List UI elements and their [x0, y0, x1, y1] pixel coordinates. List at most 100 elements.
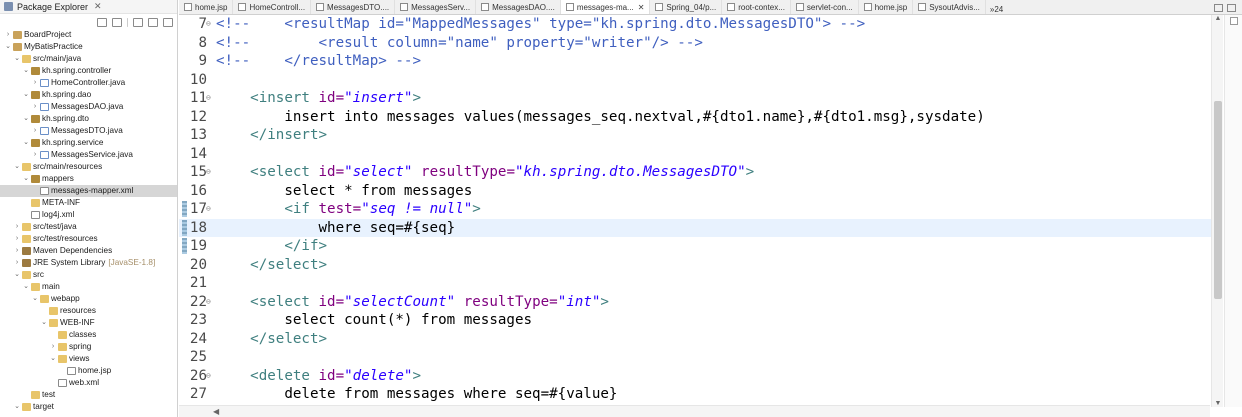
chevron-right-icon[interactable]: ›	[4, 29, 12, 41]
chevron-down-icon[interactable]: ⌄	[13, 53, 21, 65]
tree-item[interactable]: ⌄ src	[0, 269, 177, 281]
tree-item[interactable]: resources	[0, 305, 177, 317]
chevron-down-icon[interactable]: ⌄	[22, 113, 30, 125]
code-line[interactable]: 8 <!-- <result column="name" property="wr…	[179, 34, 1219, 53]
editor-tab[interactable]: servlet-con...	[791, 0, 859, 14]
code-line[interactable]: 27 delete from messages where seq=#{valu…	[179, 385, 1219, 404]
tree-item[interactable]: ⌄ main	[0, 281, 177, 293]
horizontal-scrollbar[interactable]: ◀	[179, 405, 1210, 417]
code-line[interactable]: 22 ⊖ <select id="selectCount" resultType=…	[179, 293, 1219, 312]
tree-item[interactable]: ⌄ src/main/resources	[0, 161, 177, 173]
tree-item[interactable]: › spring	[0, 341, 177, 353]
chevron-right-icon[interactable]: ›	[13, 221, 21, 233]
code-line[interactable]: 11 ⊖ <insert id="insert">	[179, 89, 1219, 108]
code-line[interactable]: 10	[179, 71, 1219, 90]
tree-item[interactable]: test	[0, 389, 177, 401]
tree-item[interactable]: ⌄ views	[0, 353, 177, 365]
tree-item[interactable]: › MessagesService.java	[0, 149, 177, 161]
code-line[interactable]: 13 </insert>	[179, 126, 1219, 145]
scroll-down-icon[interactable]: ▼	[1212, 400, 1224, 407]
code-line[interactable]: 20 </select>	[179, 256, 1219, 275]
tree-item[interactable]: classes	[0, 329, 177, 341]
vertical-scrollbar-thumb[interactable]	[1214, 100, 1222, 300]
tree-item[interactable]: › src/test/resources	[0, 233, 177, 245]
package-explorer-tab[interactable]: Package Explorer ✕	[0, 0, 177, 14]
chevron-down-icon[interactable]: ⌄	[22, 173, 30, 185]
code-line[interactable]: 26 ⊖ <delete id="delete">	[179, 367, 1219, 386]
chevron-down-icon[interactable]: ⌄	[40, 317, 48, 329]
minimize-icon[interactable]	[148, 17, 158, 27]
fold-toggle-icon[interactable]: ⊖	[206, 293, 211, 312]
tree-item[interactable]: › Maven Dependencies	[0, 245, 177, 257]
tree-item[interactable]: › MessagesDAO.java	[0, 101, 177, 113]
link-with-editor-icon[interactable]	[112, 17, 122, 27]
close-tab-icon[interactable]: ✕	[638, 3, 645, 12]
tree-item[interactable]: ⌄ WEB-INF	[0, 317, 177, 329]
fold-toggle-icon[interactable]: ⊖	[206, 200, 211, 219]
code-line[interactable]: 17 ⊖ <if test="seq != null">	[179, 200, 1219, 219]
code-line[interactable]: 7 ⊖ <!-- <resultMap id="MappedMessages" ty…	[179, 15, 1219, 34]
chevron-right-icon[interactable]: ›	[31, 149, 39, 161]
editor-tab[interactable]: home.jsp	[179, 0, 234, 14]
tree-item[interactable]: › BoardProject	[0, 29, 177, 41]
code-line[interactable]: 18 where seq=#{seq}	[179, 218, 1219, 237]
editor-tab[interactable]: HomeControll...	[233, 0, 312, 14]
tree-item[interactable]: home.jsp	[0, 365, 177, 377]
chevron-down-icon[interactable]: ⌄	[13, 161, 21, 173]
code-line[interactable]: 19 </if>	[179, 237, 1219, 256]
tree-item[interactable]: ⌄ kh.spring.dao	[0, 89, 177, 101]
chevron-down-icon[interactable]: ⌄	[13, 401, 21, 413]
tree-item[interactable]: ⌄ kh.spring.service	[0, 137, 177, 149]
chevron-down-icon[interactable]: ⌄	[22, 281, 30, 293]
tree-item[interactable]: › src/test/java	[0, 221, 177, 233]
editor-tab[interactable]: MessagesDAO....	[476, 0, 561, 14]
chevron-right-icon[interactable]: ›	[13, 233, 21, 245]
scroll-left-icon[interactable]: ◀	[213, 407, 219, 416]
view-menu-icon[interactable]	[133, 17, 143, 27]
editor-tab[interactable]: home.jsp	[859, 0, 914, 14]
tree-item[interactable]: META-INF	[0, 197, 177, 209]
close-icon[interactable]: ✕	[94, 1, 102, 12]
code-editor[interactable]: 7 ⊖ <!-- <resultMap id="MappedMessages" ty…	[179, 15, 1219, 405]
fold-toggle-icon[interactable]: ⊖	[206, 15, 211, 34]
scroll-up-icon[interactable]: ▲	[1212, 15, 1224, 22]
tree-item[interactable]: › JRE System Library [JavaSE-1.8]	[0, 257, 177, 269]
collapse-all-icon[interactable]	[97, 17, 107, 27]
chevron-down-icon[interactable]: ⌄	[22, 89, 30, 101]
tree-item[interactable]: web.xml	[0, 377, 177, 389]
tree-item[interactable]: › MessagesDTO.java	[0, 125, 177, 137]
editor-tab[interactable]: Spring_04/p...	[650, 0, 723, 14]
tree-item[interactable]: ⌄ target	[0, 401, 177, 413]
code-line[interactable]: 21	[179, 274, 1219, 293]
chevron-down-icon[interactable]: ⌄	[13, 269, 21, 281]
editor-tab[interactable]: root-contex...	[722, 0, 791, 14]
minimize-icon[interactable]	[1214, 3, 1223, 12]
chevron-right-icon[interactable]: ›	[49, 341, 57, 353]
fold-toggle-icon[interactable]: ⊖	[206, 89, 211, 108]
code-line[interactable]: 12 insert into messages values(messages_…	[179, 108, 1219, 127]
maximize-icon[interactable]	[1227, 3, 1236, 12]
tree-item[interactable]: ⌄ kh.spring.dto	[0, 113, 177, 125]
tab-overflow-button[interactable]: »24	[986, 5, 1007, 14]
maximize-icon[interactable]	[163, 17, 173, 27]
chevron-right-icon[interactable]: ›	[13, 245, 21, 257]
code-line[interactable]: 25	[179, 348, 1219, 367]
code-line[interactable]: 16 select * from messages	[179, 182, 1219, 201]
editor-tab[interactable]: SysoutAdvis...	[913, 0, 986, 14]
chevron-right-icon[interactable]: ›	[31, 101, 39, 113]
editor-tab[interactable]: MessagesServ...	[395, 0, 477, 14]
tree-item[interactable]: ⌄ kh.spring.controller	[0, 65, 177, 77]
tree-item[interactable]: ⌄ MyBatisPractice	[0, 41, 177, 53]
fold-toggle-icon[interactable]: ⊖	[206, 367, 211, 386]
fold-toggle-icon[interactable]: ⊖	[206, 163, 211, 182]
code-line[interactable]: 14	[179, 145, 1219, 164]
chevron-down-icon[interactable]: ⌄	[49, 353, 57, 365]
code-line[interactable]: 9 <!-- </resultMap> -->	[179, 52, 1219, 71]
chevron-right-icon[interactable]: ›	[13, 257, 21, 269]
tree-item[interactable]: ⌄ mappers	[0, 173, 177, 185]
tree-item[interactable]: ⌄ src/main/java	[0, 53, 177, 65]
chevron-right-icon[interactable]: ›	[31, 125, 39, 137]
chevron-down-icon[interactable]: ⌄	[4, 41, 12, 53]
editor-tab[interactable]: messages-ma... ✕	[560, 0, 651, 14]
chevron-down-icon[interactable]: ⌄	[22, 137, 30, 149]
